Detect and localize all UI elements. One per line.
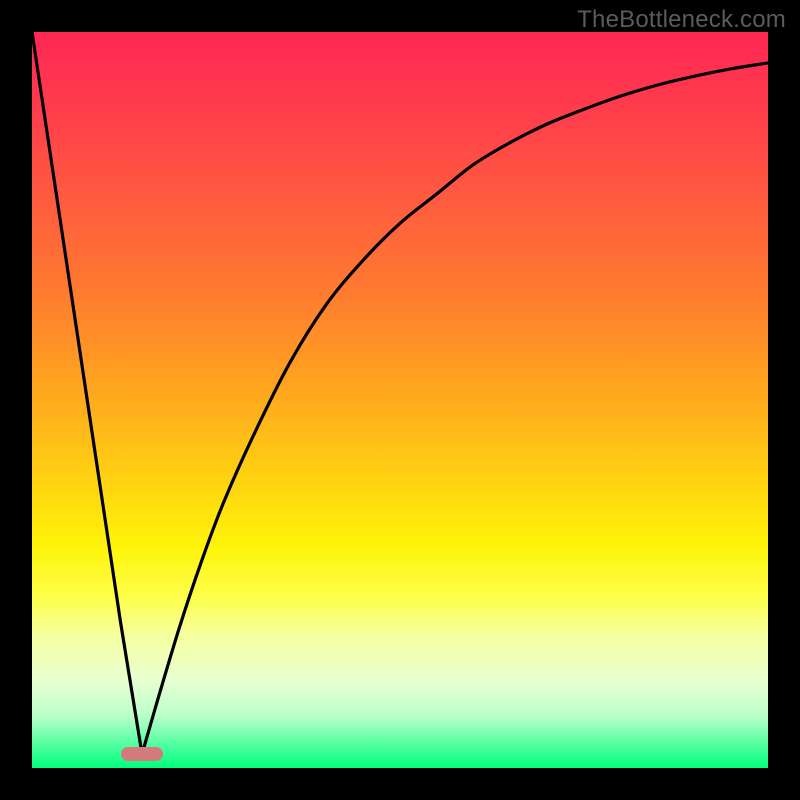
outer-frame: TheBottleneck.com	[0, 0, 800, 800]
bottleneck-curve	[32, 32, 768, 754]
vertex-marker	[121, 747, 163, 761]
watermark-text: TheBottleneck.com	[577, 6, 786, 34]
curve-layer	[32, 32, 768, 768]
plot-area	[32, 32, 768, 768]
